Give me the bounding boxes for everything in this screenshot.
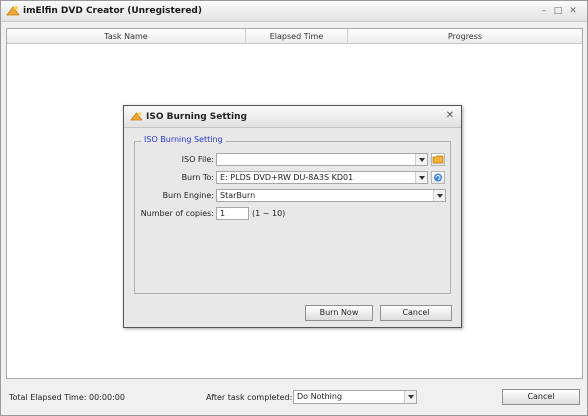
chevron-down-icon[interactable] bbox=[433, 190, 445, 201]
copies-input[interactable]: 1 bbox=[216, 207, 249, 220]
maximize-icon[interactable]: □ bbox=[553, 5, 563, 17]
burn-engine-dropdown[interactable]: StarBurn bbox=[216, 189, 446, 202]
dialog-title: ISO Burning Setting bbox=[146, 112, 247, 122]
dialog-close-icon[interactable]: ✕ bbox=[445, 110, 455, 122]
burn-engine-label: Burn Engine: bbox=[162, 191, 214, 200]
chevron-down-icon[interactable] bbox=[415, 172, 427, 183]
chevron-down-icon[interactable] bbox=[404, 391, 416, 403]
task-list-header: Task Name Elapsed Time Progress bbox=[7, 29, 582, 44]
app-logo-icon bbox=[130, 112, 143, 121]
status-bar: Total Elapsed Time: 00:00:00 After task … bbox=[1, 385, 587, 415]
title-bar: imElfin DVD Creator (Unregistered) – □ ✕ bbox=[1, 1, 587, 22]
chevron-down-icon[interactable] bbox=[415, 154, 427, 165]
column-task-name[interactable]: Task Name bbox=[7, 29, 246, 44]
after-task-dropdown[interactable]: Do Nothing bbox=[293, 390, 417, 404]
iso-burning-dialog: ISO Burning Setting ✕ ISO Burning Settin… bbox=[123, 105, 462, 328]
burn-to-dropdown[interactable]: E: PLDS DVD+RW DU-8A3S KD01 bbox=[216, 171, 428, 184]
folder-icon bbox=[432, 155, 444, 164]
group-title: ISO Burning Setting bbox=[141, 135, 226, 144]
after-task-label: After task completed: bbox=[206, 393, 293, 402]
burn-engine-value: StarBurn bbox=[220, 191, 256, 200]
iso-settings-group: ISO Burning Setting ISO File: Burn To: E… bbox=[134, 135, 451, 294]
refresh-drives-button[interactable] bbox=[431, 171, 445, 184]
dialog-cancel-button[interactable]: Cancel bbox=[380, 305, 452, 321]
main-window: imElfin DVD Creator (Unregistered) – □ ✕… bbox=[0, 0, 588, 416]
after-task-value: Do Nothing bbox=[297, 392, 343, 401]
total-elapsed-time: Total Elapsed Time: 00:00:00 bbox=[9, 393, 125, 402]
minimize-icon[interactable]: – bbox=[539, 5, 549, 17]
copies-label: Number of copies: bbox=[140, 209, 214, 218]
burn-to-value: E: PLDS DVD+RW DU-8A3S KD01 bbox=[220, 173, 354, 182]
column-progress[interactable]: Progress bbox=[348, 29, 582, 44]
cancel-button[interactable]: Cancel bbox=[502, 389, 580, 405]
burn-now-button[interactable]: Burn Now bbox=[305, 305, 373, 321]
iso-file-label: ISO File: bbox=[181, 155, 214, 164]
close-icon[interactable]: ✕ bbox=[568, 5, 578, 17]
copies-range-hint: (1 ~ 10) bbox=[252, 209, 286, 218]
dialog-title-bar: ISO Burning Setting ✕ bbox=[124, 106, 461, 128]
app-logo-icon bbox=[6, 6, 20, 16]
window-title: imElfin DVD Creator (Unregistered) bbox=[23, 6, 202, 16]
iso-file-dropdown[interactable] bbox=[216, 153, 428, 166]
column-elapsed-time[interactable]: Elapsed Time bbox=[246, 29, 348, 44]
browse-folder-button[interactable] bbox=[431, 153, 445, 166]
refresh-icon bbox=[434, 173, 442, 182]
burn-to-label: Burn To: bbox=[181, 173, 214, 182]
